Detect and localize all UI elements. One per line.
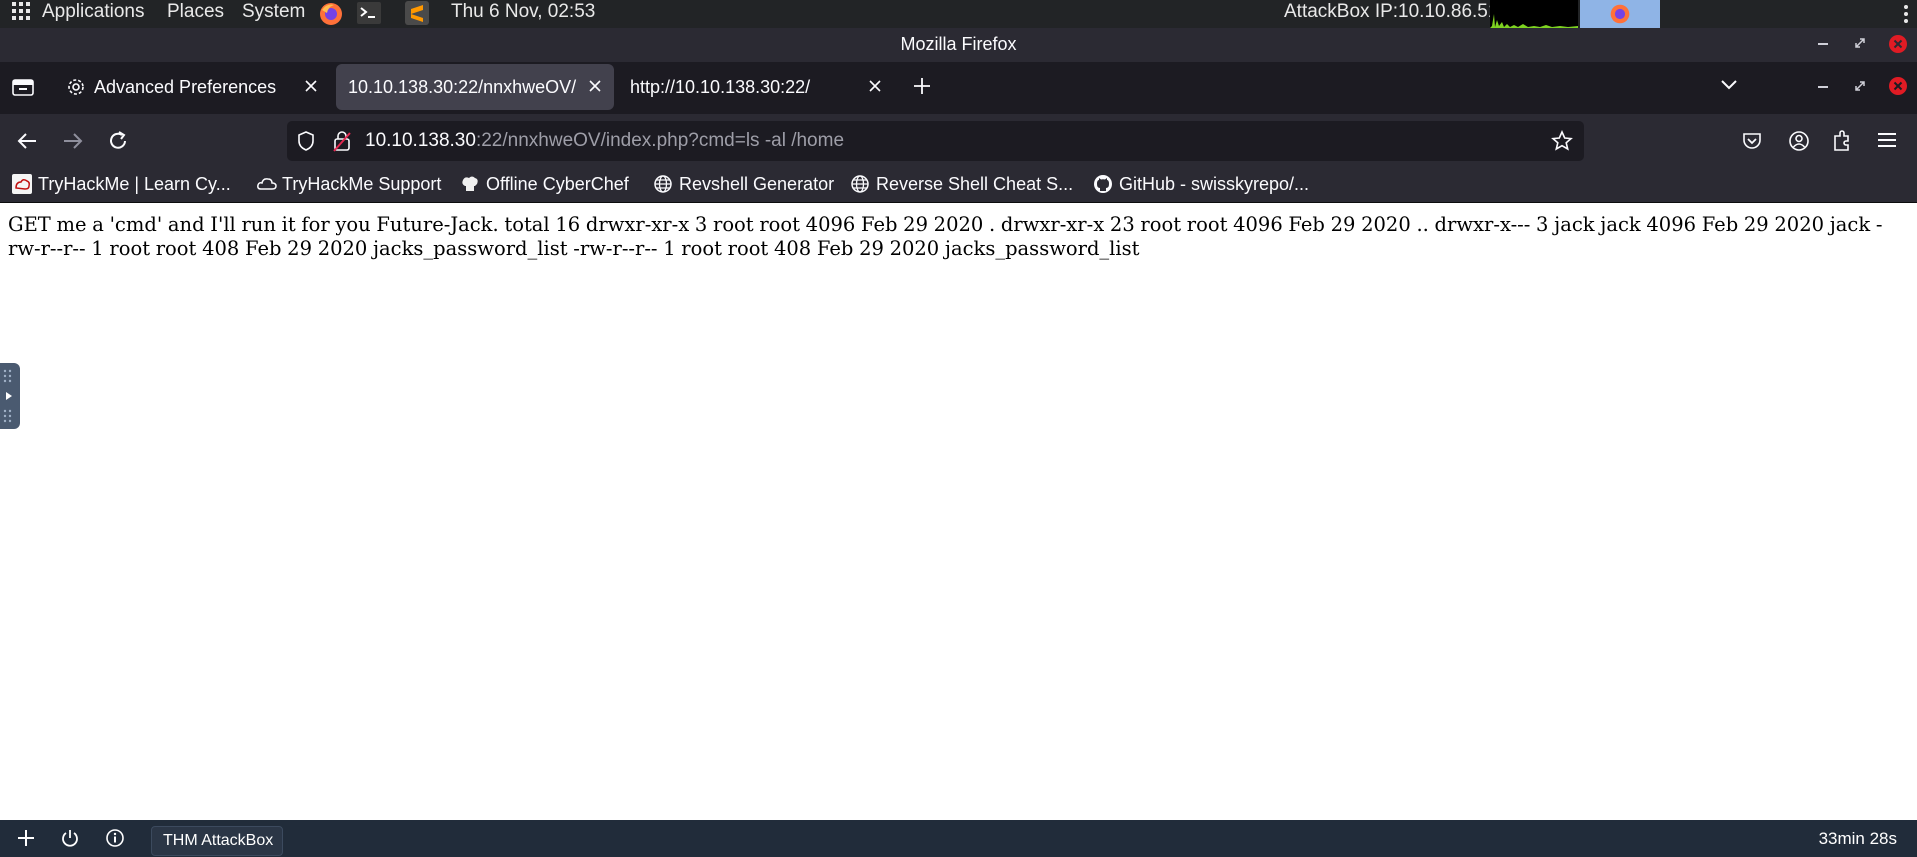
terminal-launcher-icon[interactable]	[357, 2, 381, 30]
session-timer: 33min 28s	[1818, 829, 1897, 848]
minimize-icon[interactable]	[1816, 79, 1830, 93]
insecure-lock-icon[interactable]	[333, 130, 351, 152]
url-path: :22/nnxhweOV/index.php?cmd=ls -al /home	[475, 130, 845, 151]
applications-menu[interactable]: Applications	[42, 0, 144, 28]
tab-label: http://10.10.138.30:22/	[630, 77, 811, 97]
bookmark-label: TryHackMe | Learn Cy...	[38, 174, 231, 194]
restore-icon[interactable]	[1853, 79, 1867, 93]
network-graph	[1490, 0, 1578, 28]
minimize-icon[interactable]	[1816, 36, 1830, 50]
url-bar[interactable]: 10.10.138.30:22/nnxhweOV/index.php?cmd=l…	[287, 121, 1584, 161]
back-arrow-icon[interactable]	[16, 131, 38, 151]
close-window-icon[interactable]	[1889, 77, 1907, 95]
globe-icon	[850, 174, 870, 194]
tab-advanced-preferences[interactable]: Advanced Preferences	[54, 64, 332, 110]
command-output-text: GET me a 'cmd' and I'll run it for you F…	[8, 213, 1883, 260]
navigation-toolbar: 10.10.138.30:22/nnxhweOV/index.php?cmd=l…	[0, 114, 1917, 168]
attackbox-ip: AttackBox IP:10.10.86.51	[1284, 1, 1499, 22]
thm-attackbox-button[interactable]: THM AttackBox	[151, 826, 283, 856]
cloud-icon	[256, 174, 278, 194]
info-icon[interactable]	[105, 828, 125, 848]
chef-icon	[460, 174, 480, 194]
close-tab-icon[interactable]	[304, 79, 318, 93]
tryhackme-icon	[12, 174, 32, 194]
gear-icon	[66, 77, 86, 97]
bookmark-label: Reverse Shell Cheat S...	[876, 174, 1074, 194]
tab-bar: Advanced Preferences 10.10.138.30:22/nnx…	[0, 62, 1917, 114]
apps-grid-icon[interactable]	[12, 2, 30, 30]
restore-icon[interactable]	[1853, 36, 1867, 50]
firefox-view-icon[interactable]	[12, 77, 34, 97]
globe-icon	[653, 174, 673, 194]
url-host: 10.10.138.30	[365, 130, 476, 151]
pocket-icon[interactable]	[1742, 131, 1762, 151]
places-menu[interactable]: Places	[167, 0, 224, 28]
tab-label: 10.10.138.30:22/nnxhweOV/	[348, 77, 577, 97]
bookmark-star-icon[interactable]	[1551, 130, 1573, 152]
reload-icon[interactable]	[107, 130, 129, 152]
power-icon[interactable]	[60, 828, 80, 848]
bookmark-label: GitHub - swisskyrepo/...	[1119, 174, 1310, 194]
forward-arrow-icon	[62, 131, 84, 151]
page-content: GET me a 'cmd' and I'll run it for you F…	[0, 203, 1917, 820]
taskbar-firefox-window[interactable]	[1580, 0, 1660, 28]
bookmark-label: Revshell Generator	[679, 174, 835, 194]
side-panel-handle[interactable]	[0, 363, 20, 429]
tab-label: Advanced Preferences	[94, 77, 277, 97]
system-menu[interactable]: System	[242, 0, 305, 28]
tab-active-page[interactable]: 10.10.138.30:22/nnxhweOV/	[336, 64, 614, 110]
add-icon[interactable]	[17, 829, 35, 847]
bookmarks-toolbar: TryHackMe | Learn Cy... TryHackMe Suppor…	[0, 168, 1917, 203]
close-window-icon[interactable]	[1889, 35, 1907, 53]
close-tab-icon[interactable]	[868, 79, 882, 93]
account-icon[interactable]	[1788, 130, 1810, 152]
window-titlebar: Mozilla Firefox	[0, 28, 1917, 62]
new-tab-icon[interactable]	[913, 77, 931, 95]
bookmark-label: Offline CyberChef	[486, 174, 629, 194]
task-label: THM AttackBox	[163, 832, 274, 849]
bottom-panel: THM AttackBox 33min 28s	[0, 820, 1917, 857]
sublime-launcher-icon[interactable]	[405, 1, 429, 29]
system-top-panel: Applications Places System Thu 6 Nov, 02…	[0, 0, 1917, 28]
clock[interactable]: Thu 6 Nov, 02:53	[451, 0, 595, 28]
bookmark-label: TryHackMe Support	[282, 174, 442, 194]
firefox-launcher-icon[interactable]	[318, 1, 344, 29]
window-title: Mozilla Firefox	[900, 34, 1017, 54]
shield-icon[interactable]	[297, 131, 315, 151]
list-all-tabs-icon[interactable]	[1720, 79, 1738, 91]
close-tab-icon[interactable]	[588, 79, 602, 93]
url-text[interactable]: 10.10.138.30:22/nnxhweOV/index.php?cmd=l…	[365, 130, 844, 152]
github-icon	[1093, 174, 1113, 194]
extensions-icon[interactable]	[1832, 130, 1852, 152]
tab-http-page[interactable]: http://10.10.138.30:22/	[618, 64, 896, 110]
hamburger-menu-icon[interactable]	[1877, 132, 1897, 148]
